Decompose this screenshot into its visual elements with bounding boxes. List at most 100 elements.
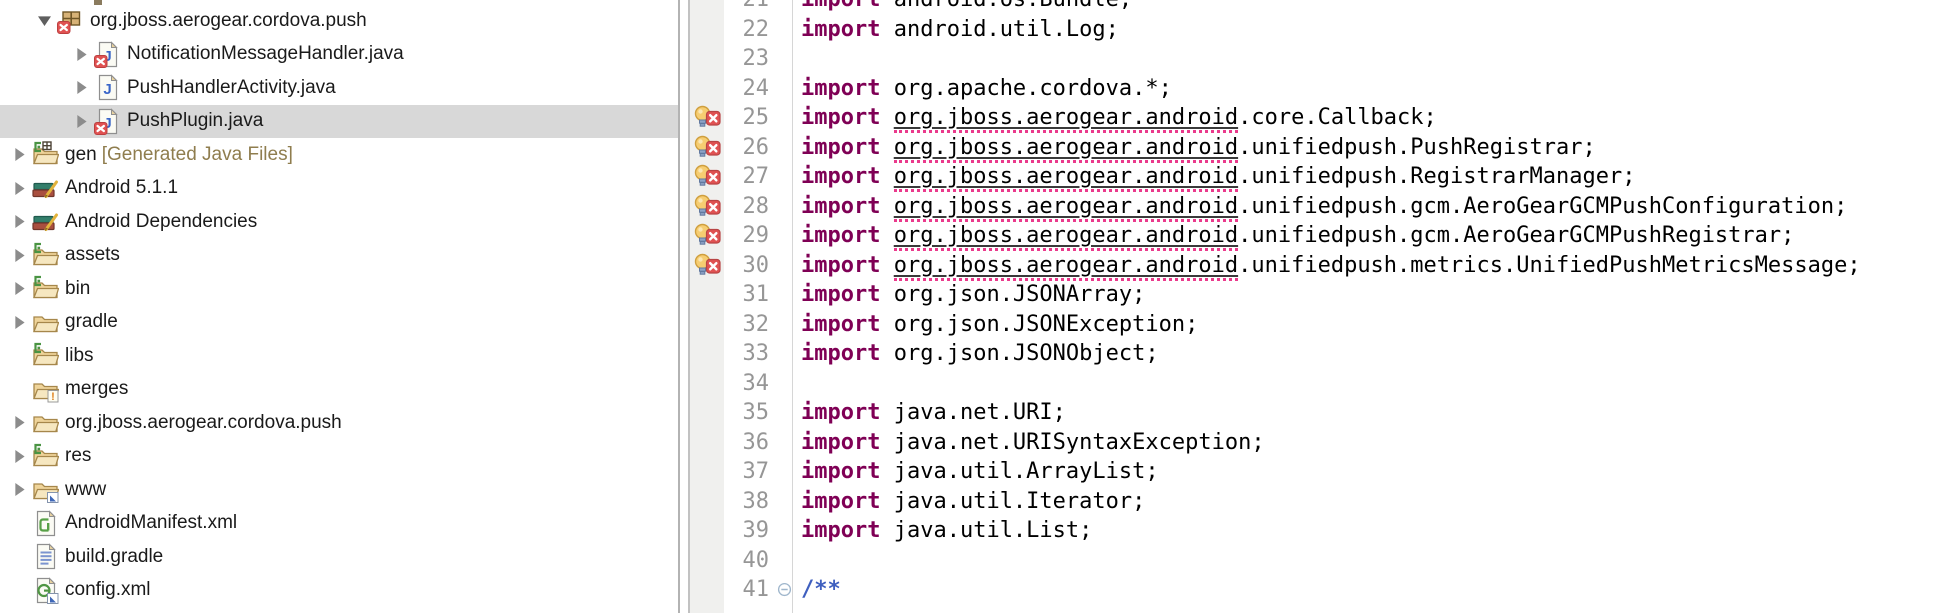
java-source-editor: 21import android.os.Bundle;22import andr… <box>690 0 1934 613</box>
tree-item-file-notificationmessagehandler-java[interactable]: NotificationMessageHandler.java <box>0 38 678 72</box>
tree-item-file-config-xml[interactable]: config.xml <box>0 574 678 608</box>
tree-item-folder-res[interactable]: res <box>0 440 678 474</box>
chevron-collapsed-icon[interactable] <box>7 443 32 470</box>
tree-item-file-pushhandleractivity-java[interactable]: PushHandlerActivity.java <box>0 71 678 105</box>
code-lines-container: 21import android.os.Bundle;22import andr… <box>690 0 1934 605</box>
line-number: 39 <box>724 516 776 546</box>
error-quickfix-marker-icon[interactable] <box>694 105 721 130</box>
tree-item-folder-assets[interactable]: assets <box>0 239 678 273</box>
code-line-31[interactable]: 31import org.json.JSONArray; <box>690 280 1934 310</box>
error-quickfix-marker-icon[interactable] <box>694 164 721 189</box>
tree-item-folder-www[interactable]: www <box>0 473 678 507</box>
tree-item-package-org-jboss-aerogear-cordova-push[interactable]: org.jboss.aerogear.cordova.push <box>0 4 678 38</box>
chevron-collapsed-icon[interactable] <box>7 476 32 503</box>
tree-item-folder-gradle[interactable]: gradle <box>0 306 678 340</box>
tree-item-label: AndroidManifest.xml <box>65 512 237 534</box>
line-number: 32 <box>724 310 776 340</box>
chevron-collapsed-icon[interactable] <box>69 108 94 135</box>
tree-item-label: org.jboss.aerogear.cordova.push <box>90 10 367 32</box>
unresolved-import-error-text: org.jboss.aerogear.android <box>894 194 1238 222</box>
unresolved-import-error-text: org.jboss.aerogear.android <box>894 105 1238 133</box>
chevron-collapsed-icon[interactable] <box>7 175 32 202</box>
chevron-collapsed-icon[interactable] <box>69 41 94 68</box>
code-line-39[interactable]: 39import java.util.List; <box>690 516 1934 546</box>
chevron-collapsed-icon[interactable] <box>69 74 94 101</box>
line-number: 33 <box>724 339 776 369</box>
panel-resize-divider[interactable] <box>678 0 690 613</box>
chevron-expanded-icon[interactable] <box>32 7 57 34</box>
error-quickfix-marker-icon[interactable] <box>694 194 721 219</box>
code-line-37[interactable]: 37import java.util.ArrayList; <box>690 457 1934 487</box>
chevron-collapsed-icon[interactable] <box>7 242 32 269</box>
fold-gutter-cell <box>776 428 792 458</box>
folder-icon <box>32 409 59 436</box>
arrow-spacer <box>7 510 32 537</box>
marker-gutter-cell <box>690 74 724 104</box>
tree-item-label: build.gradle <box>65 546 163 568</box>
code-line-25[interactable]: 25import org.jboss.aerogear.android.core… <box>690 103 1934 133</box>
code-line-30[interactable]: 30import org.jboss.aerogear.android.unif… <box>690 251 1934 281</box>
code-line-36[interactable]: 36import java.net.URISyntaxException; <box>690 428 1934 458</box>
code-line-22[interactable]: 22import android.util.Log; <box>690 15 1934 45</box>
fold-gutter-cell <box>776 221 792 251</box>
marker-gutter-cell <box>690 103 724 133</box>
tree-item-folder-org-jboss-aerogear-cordova-push[interactable]: org.jboss.aerogear.cordova.push <box>0 406 678 440</box>
code-line-32[interactable]: 32import org.json.JSONException; <box>690 310 1934 340</box>
code-text: import java.net.URI; <box>792 398 1934 428</box>
package-explorer-tree: org.jboss.aerogear.cordova.push Notificat… <box>0 0 678 613</box>
code-text: import org.jboss.aerogear.android.unifie… <box>792 192 1934 222</box>
code-line-28[interactable]: 28 import org.jboss.aerogear.android.unif… <box>690 192 1934 222</box>
line-number: 24 <box>724 74 776 104</box>
line-number: 23 <box>724 44 776 74</box>
marker-gutter-cell <box>690 310 724 340</box>
code-line-29[interactable]: 29import org.jboss.aerogear.android.unif… <box>690 221 1934 251</box>
code-line-34[interactable]: 34 <box>690 369 1934 399</box>
tree-item-label: PushHandlerActivity.java <box>127 77 336 99</box>
tree-item-library-android-dependencies[interactable]: Android Dependencies <box>0 205 678 239</box>
tree-item-label: Android 5.1.1 <box>65 177 178 199</box>
android-library-icon <box>32 175 59 202</box>
android-manifest-file-icon <box>32 510 59 537</box>
code-text: import org.json.JSONArray; <box>792 280 1934 310</box>
fold-collapse-icon[interactable] <box>777 582 792 597</box>
tree-item-suffix: [Generated Java Files] <box>102 144 293 166</box>
fold-gutter-cell <box>776 15 792 45</box>
code-line-40[interactable]: 40 <box>690 546 1934 576</box>
tree-item-folder-merges[interactable]: merges <box>0 373 678 407</box>
code-text: import java.net.URISyntaxException; <box>792 428 1934 458</box>
tree-item-file-pushplugin-java[interactable]: PushPlugin.java <box>0 105 678 139</box>
line-number: 38 <box>724 487 776 517</box>
fold-gutter-cell <box>776 162 792 192</box>
error-quickfix-marker-icon[interactable] <box>694 223 721 248</box>
code-line-23[interactable]: 23 <box>690 44 1934 74</box>
code-line-35[interactable]: 35import java.net.URI; <box>690 398 1934 428</box>
chevron-collapsed-icon[interactable] <box>7 309 32 336</box>
fold-gutter-cell <box>776 398 792 428</box>
code-text: import java.util.Iterator; <box>792 487 1934 517</box>
chevron-collapsed-icon[interactable] <box>7 275 32 302</box>
tree-item-folder-bin[interactable]: bin <box>0 272 678 306</box>
code-line-27[interactable]: 27import org.jboss.aerogear.android.unif… <box>690 162 1934 192</box>
chevron-collapsed-icon[interactable] <box>7 208 32 235</box>
unresolved-import-error-text: org.jboss.aerogear.android <box>894 253 1238 281</box>
tree-item-folder-gen[interactable]: gen[Generated Java Files] <box>0 138 678 172</box>
error-quickfix-marker-icon[interactable] <box>694 253 721 278</box>
tree-item-library-android-5-1-1[interactable]: Android 5.1.1 <box>0 172 678 206</box>
chevron-collapsed-icon[interactable] <box>7 141 32 168</box>
java-package-error-icon <box>57 7 84 34</box>
code-line-24[interactable]: 24import org.apache.cordova.*; <box>690 74 1934 104</box>
code-line-41[interactable]: 41/** <box>690 575 1934 605</box>
tree-item-folder-libs[interactable]: libs <box>0 339 678 373</box>
fold-gutter-cell <box>776 546 792 576</box>
error-quickfix-marker-icon[interactable] <box>694 135 721 160</box>
code-line-21[interactable]: 21import android.os.Bundle; <box>690 0 1934 15</box>
code-line-38[interactable]: 38 import java.util.Iterator; <box>690 487 1934 517</box>
android-library-icon <box>32 208 59 235</box>
chevron-collapsed-icon[interactable] <box>7 409 32 436</box>
tree-item-file-androidmanifest-xml[interactable]: AndroidManifest.xml <box>0 507 678 541</box>
tree-item-file-build-gradle[interactable]: build.gradle <box>0 540 678 574</box>
code-line-33[interactable]: 33import org.json.JSONObject; <box>690 339 1934 369</box>
code-line-26[interactable]: 26import org.jboss.aerogear.android.unif… <box>690 133 1934 163</box>
code-text: /** <box>792 575 1934 605</box>
line-number: 28 <box>724 192 776 222</box>
